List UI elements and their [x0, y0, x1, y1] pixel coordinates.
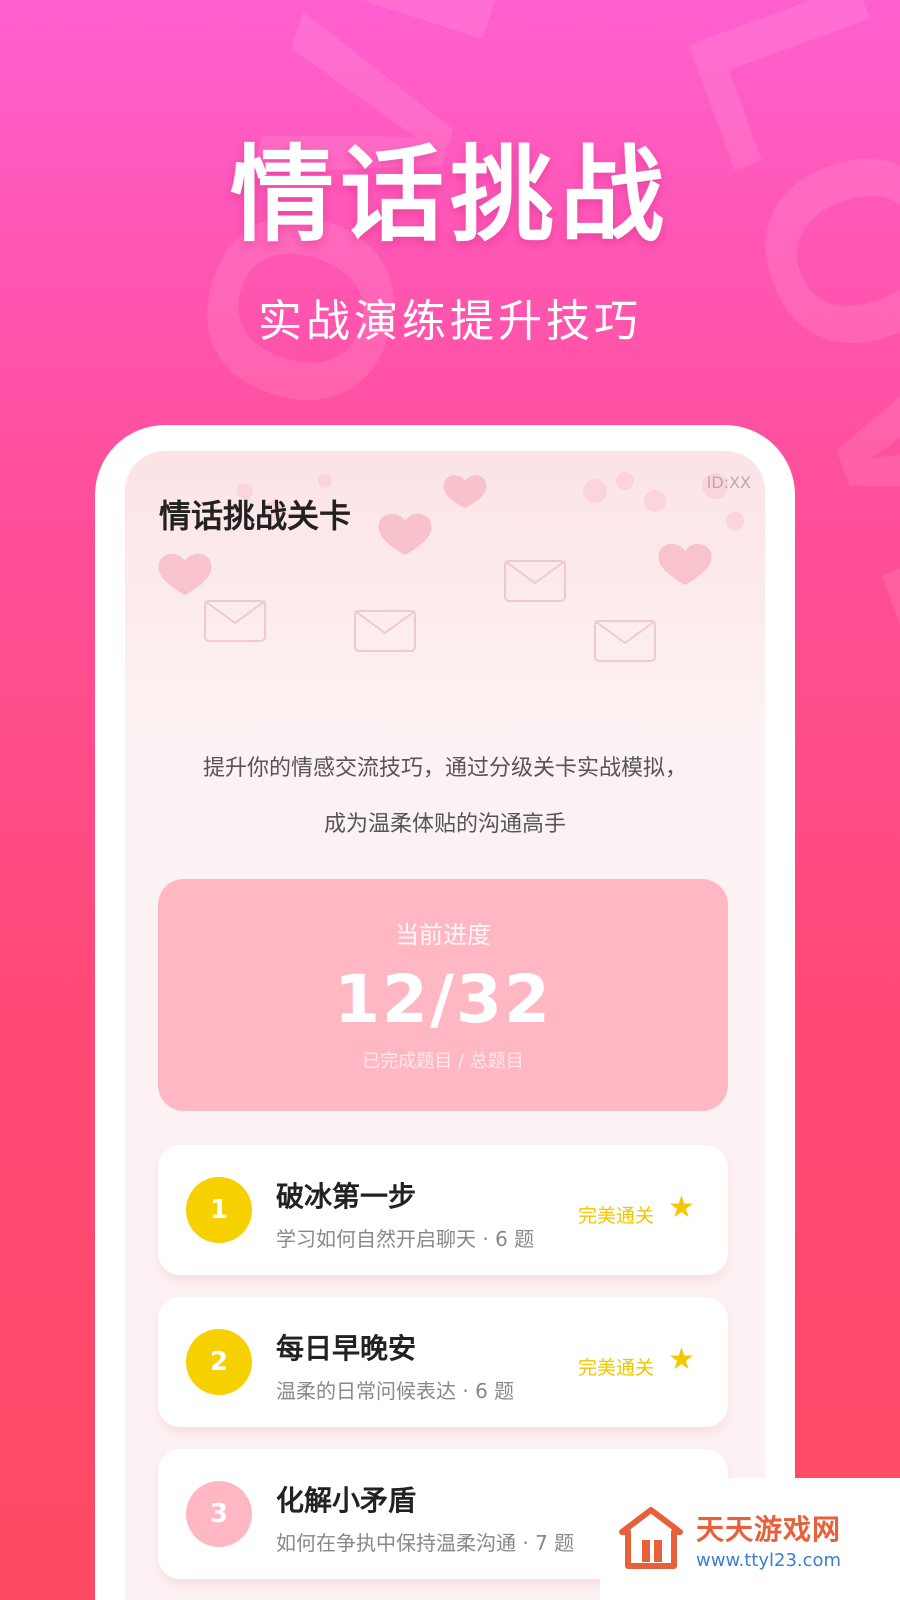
progress-caption: 已完成题目 / 总题目: [362, 1051, 524, 1072]
hero-title: 情话挑战: [229, 134, 670, 256]
level-card-2[interactable]: 2 每日早晚安 温柔的日常问候表达 · 6 题 完美通关 ★: [158, 1297, 728, 1427]
watermark-name: 天天游戏网: [696, 1512, 842, 1546]
level-subtitle: 如何在争执中保持温柔沟通 · 7 题: [276, 1531, 575, 1555]
progress-label: 当前进度: [395, 921, 491, 949]
level-title: 化解小矛盾: [276, 1484, 417, 1517]
level-subtitle: 温柔的日常问候表达 · 6 题: [276, 1379, 515, 1403]
progress-value: 12/32: [334, 961, 552, 1038]
challenge-description: 提升你的情感交流技巧，通过分级关卡实战模拟， 成为温柔体贴的沟通高手: [125, 741, 765, 853]
level-status: 完美通关: [578, 1205, 655, 1227]
level-number-badge: 2: [186, 1329, 252, 1395]
level-number-badge: 1: [186, 1177, 252, 1243]
level-status: 完美通关: [578, 1357, 655, 1379]
level-subtitle: 学习如何自然开启聊天 · 6 题: [276, 1227, 535, 1251]
phone-frame: 情话挑战关卡 ID:XX 提升你的情感交流技巧，通过分级关卡实战模拟， 成为温柔…: [95, 425, 795, 1600]
star-icon: ★: [668, 1190, 695, 1225]
watermark-url: www.ttyl23.com: [696, 1549, 842, 1571]
screen-title: 情话挑战关卡: [159, 497, 352, 535]
description-line-2: 成为温柔体贴的沟通高手: [323, 812, 566, 837]
star-icon: ★: [668, 1342, 695, 1377]
hero-subtitle: 实战演练提升技巧: [258, 296, 642, 347]
progress-card: 当前进度 12/32 已完成题目 / 总题目: [158, 879, 728, 1111]
level-title: 每日早晚安: [276, 1332, 417, 1365]
level-card-1[interactable]: 1 破冰第一步 学习如何自然开启聊天 · 6 题 完美通关 ★: [158, 1145, 728, 1275]
level-number-badge: 3: [186, 1481, 252, 1547]
house-logo-icon: [616, 1504, 686, 1574]
level-title: 破冰第一步: [276, 1180, 417, 1213]
site-watermark: 天天游戏网 www.ttyl23.com: [600, 1478, 900, 1600]
phone-screen: 情话挑战关卡 ID:XX 提升你的情感交流技巧，通过分级关卡实战模拟， 成为温柔…: [125, 451, 765, 1600]
user-id-label: ID:XX: [706, 473, 751, 492]
description-line-1: 提升你的情感交流技巧，通过分级关卡实战模拟，: [202, 756, 687, 781]
